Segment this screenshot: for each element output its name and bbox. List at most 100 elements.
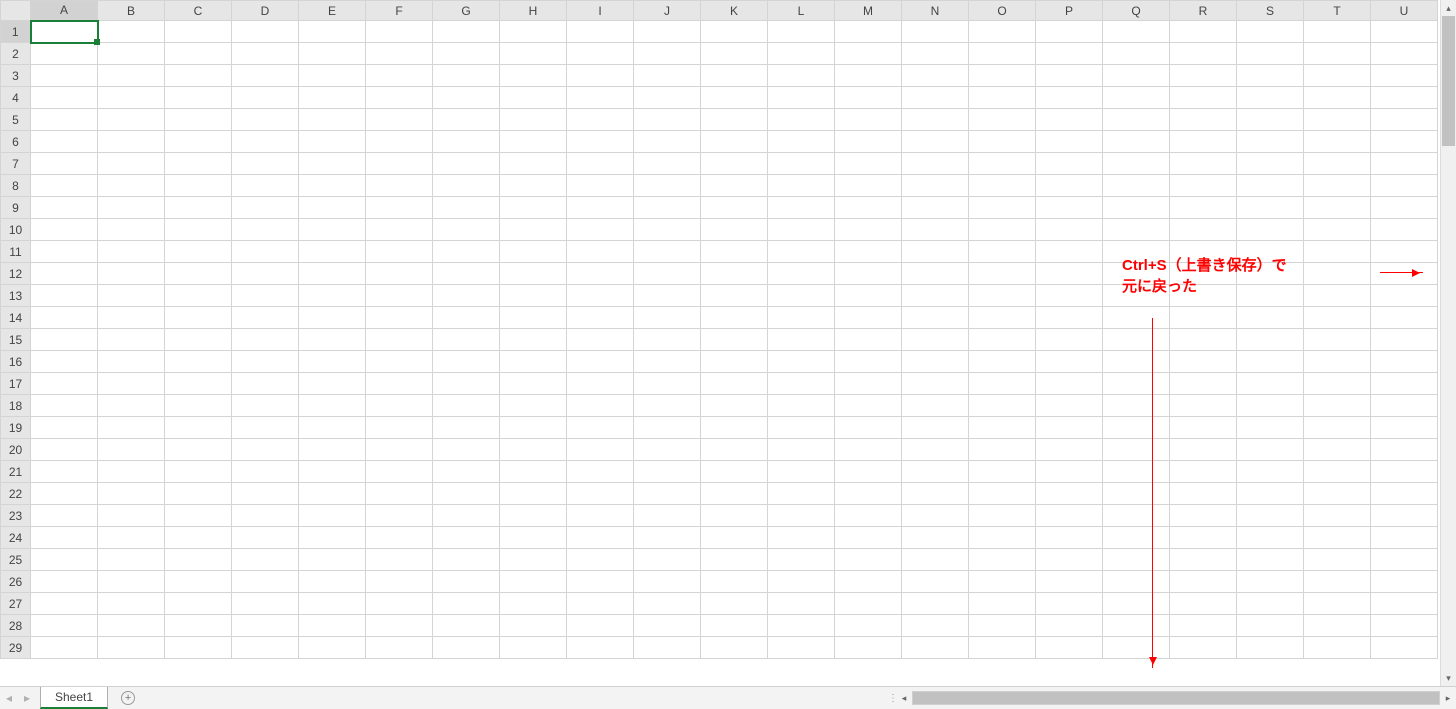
cell[interactable] xyxy=(232,197,299,219)
cell[interactable] xyxy=(232,263,299,285)
cell[interactable] xyxy=(1304,65,1371,87)
cell[interactable] xyxy=(969,87,1036,109)
cell[interactable] xyxy=(567,615,634,637)
cell[interactable] xyxy=(768,417,835,439)
cell[interactable] xyxy=(366,65,433,87)
cell[interactable] xyxy=(1103,131,1170,153)
cell[interactable] xyxy=(567,549,634,571)
cell[interactable] xyxy=(98,285,165,307)
cell[interactable] xyxy=(1103,439,1170,461)
cell[interactable] xyxy=(969,373,1036,395)
cell[interactable] xyxy=(1304,263,1371,285)
cell[interactable] xyxy=(500,153,567,175)
cell[interactable] xyxy=(1371,263,1438,285)
cell[interactable] xyxy=(165,395,232,417)
cell[interactable] xyxy=(1371,637,1438,659)
cell[interactable] xyxy=(366,109,433,131)
cell[interactable] xyxy=(768,131,835,153)
cell[interactable] xyxy=(165,153,232,175)
cell[interactable] xyxy=(366,307,433,329)
cell[interactable] xyxy=(701,219,768,241)
cell[interactable] xyxy=(232,483,299,505)
cell[interactable] xyxy=(902,395,969,417)
cell[interactable] xyxy=(299,43,366,65)
cell[interactable] xyxy=(1371,153,1438,175)
cell[interactable] xyxy=(1237,483,1304,505)
cell[interactable] xyxy=(299,505,366,527)
cell[interactable] xyxy=(500,505,567,527)
column-header[interactable]: C xyxy=(165,1,232,21)
cell[interactable] xyxy=(969,153,1036,175)
cell[interactable] xyxy=(1103,175,1170,197)
cell[interactable] xyxy=(232,461,299,483)
cell[interactable] xyxy=(634,351,701,373)
cell[interactable] xyxy=(1036,307,1103,329)
cell[interactable] xyxy=(634,461,701,483)
cell[interactable] xyxy=(500,395,567,417)
cell[interactable] xyxy=(433,263,500,285)
cell[interactable] xyxy=(165,637,232,659)
cell[interactable] xyxy=(701,351,768,373)
cell[interactable] xyxy=(1103,65,1170,87)
cell[interactable] xyxy=(232,329,299,351)
row-header[interactable]: 27 xyxy=(1,593,31,615)
cell[interactable] xyxy=(701,109,768,131)
cell[interactable] xyxy=(1103,263,1170,285)
cell[interactable] xyxy=(232,219,299,241)
cell[interactable] xyxy=(366,505,433,527)
cell[interactable] xyxy=(232,307,299,329)
cell[interactable] xyxy=(969,351,1036,373)
cell[interactable] xyxy=(1036,395,1103,417)
add-sheet-button[interactable]: + xyxy=(116,687,140,709)
cell[interactable] xyxy=(433,43,500,65)
cell[interactable] xyxy=(1170,351,1237,373)
cell[interactable] xyxy=(433,329,500,351)
cell[interactable] xyxy=(366,637,433,659)
cell[interactable] xyxy=(634,65,701,87)
cell[interactable] xyxy=(299,175,366,197)
cell[interactable] xyxy=(1036,109,1103,131)
cell[interactable] xyxy=(902,263,969,285)
cell[interactable] xyxy=(98,241,165,263)
cell[interactable] xyxy=(835,329,902,351)
cell[interactable] xyxy=(1103,329,1170,351)
column-header[interactable]: N xyxy=(902,1,969,21)
cell[interactable] xyxy=(969,219,1036,241)
cell[interactable] xyxy=(366,417,433,439)
cell[interactable] xyxy=(232,87,299,109)
cell[interactable] xyxy=(768,329,835,351)
column-header[interactable]: J xyxy=(634,1,701,21)
cell[interactable] xyxy=(969,505,1036,527)
cell[interactable] xyxy=(701,395,768,417)
row-header[interactable]: 14 xyxy=(1,307,31,329)
cell[interactable] xyxy=(1304,505,1371,527)
cell[interactable] xyxy=(835,615,902,637)
cell[interactable] xyxy=(902,87,969,109)
cell[interactable] xyxy=(98,21,165,43)
vertical-scrollbar[interactable]: ▴ ▾ xyxy=(1440,0,1456,686)
cell[interactable] xyxy=(969,637,1036,659)
cell[interactable] xyxy=(902,549,969,571)
cell[interactable] xyxy=(969,65,1036,87)
cell[interactable] xyxy=(567,527,634,549)
cell[interactable] xyxy=(1237,153,1304,175)
cell[interactable] xyxy=(98,549,165,571)
cell[interactable] xyxy=(299,307,366,329)
cell[interactable] xyxy=(634,637,701,659)
cell[interactable] xyxy=(299,527,366,549)
cell[interactable] xyxy=(500,285,567,307)
cell[interactable] xyxy=(902,109,969,131)
cell[interactable] xyxy=(1237,549,1304,571)
cell[interactable] xyxy=(366,219,433,241)
cell[interactable] xyxy=(98,131,165,153)
cell[interactable] xyxy=(1371,285,1438,307)
cell[interactable] xyxy=(835,87,902,109)
cell[interactable] xyxy=(835,593,902,615)
cell[interactable] xyxy=(366,615,433,637)
cell[interactable] xyxy=(701,87,768,109)
spreadsheet-grid[interactable]: ABCDEFGHIJKLMNOPQRSTU1234567891011121314… xyxy=(0,0,1438,659)
cell[interactable] xyxy=(835,263,902,285)
cell[interactable] xyxy=(98,219,165,241)
cell[interactable] xyxy=(1103,593,1170,615)
cell[interactable] xyxy=(1170,593,1237,615)
